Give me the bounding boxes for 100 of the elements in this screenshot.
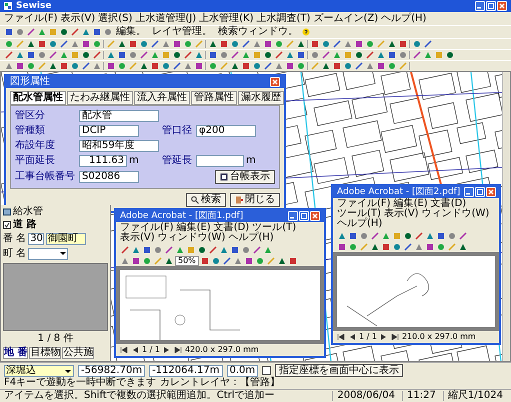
tab[interactable]: たわみ継属性 (67, 91, 133, 105)
toolbar-button[interactable] (414, 231, 423, 240)
toolbar-button[interactable] (164, 256, 173, 265)
toolbar-button[interactable] (423, 40, 432, 48)
toolbar-button[interactable] (458, 242, 467, 251)
tab[interactable]: 公共施 (62, 347, 94, 359)
toolbar-button[interactable] (175, 245, 184, 254)
menu-item[interactable]: 表示(V) (120, 233, 155, 243)
toolbar-button[interactable] (208, 62, 217, 70)
menu-item[interactable]: 表示(V) (60, 14, 96, 24)
menu-item[interactable]: ズームイン(Z) (313, 14, 378, 24)
toolbar-button[interactable] (208, 40, 217, 48)
first-page-button[interactable] (120, 346, 128, 354)
input-field[interactable] (196, 155, 244, 167)
menu-item[interactable]: ファイル(F) (4, 14, 58, 24)
toolbar-button[interactable] (183, 40, 192, 48)
toolbar-button[interactable] (230, 62, 239, 70)
toolbar-button[interactable] (425, 242, 434, 251)
toolbar-button[interactable] (59, 28, 68, 36)
toolbar-button[interactable] (241, 40, 250, 48)
toolbar-button[interactable] (425, 231, 434, 240)
menu-item[interactable]: ツール(T) (252, 223, 296, 233)
toolbar-button[interactable] (92, 40, 101, 48)
coordinate-field[interactable]: -56982.70m (78, 364, 146, 376)
toolbar-button[interactable] (387, 50, 396, 60)
input-field[interactable]: 111.63 (79, 155, 127, 167)
toolbar-button[interactable] (150, 40, 159, 48)
toolbar-button[interactable] (241, 62, 250, 70)
toolbar-button[interactable] (153, 245, 162, 254)
toolbar-button[interactable] (106, 62, 115, 70)
toolbar-button[interactable] (4, 50, 13, 60)
toolbar-button[interactable] (117, 62, 126, 70)
close-button[interactable] (497, 1, 507, 11)
toolbar-button[interactable] (183, 62, 192, 70)
input-field[interactable]: 配水管 (79, 110, 159, 122)
toolbar-button[interactable] (337, 242, 346, 251)
toolbar-button[interactable] (128, 50, 137, 60)
toolbar-button[interactable] (310, 50, 319, 60)
toolbar-button[interactable] (392, 242, 401, 251)
toolbar-button[interactable] (142, 256, 151, 265)
toolbar-button[interactable] (398, 50, 407, 60)
toolbar-text-button[interactable]: レイヤ管理。 (150, 27, 214, 37)
tab[interactable]: 流入弁属性 (134, 91, 190, 105)
checkbox[interactable] (262, 366, 272, 375)
menu-item[interactable]: 表示(V) (384, 209, 419, 219)
toolbar-button[interactable] (26, 62, 35, 70)
toolbar-button[interactable] (117, 50, 126, 60)
toolbar-button[interactable] (208, 245, 217, 254)
toolbar-button[interactable] (359, 231, 368, 240)
last-page-button[interactable] (390, 333, 399, 341)
toolbar-button[interactable] (285, 62, 294, 70)
minimize-button[interactable] (475, 1, 485, 11)
toolbar-button[interactable] (285, 50, 294, 60)
toolbar-button[interactable] (172, 40, 181, 48)
first-page-button[interactable] (337, 333, 345, 341)
close-button[interactable] (270, 77, 280, 87)
toolbar-button[interactable] (387, 62, 396, 70)
toolbar-button[interactable] (403, 242, 412, 251)
toolbar-button[interactable] (172, 62, 181, 70)
toolbar-button[interactable] (194, 62, 203, 70)
menu-item[interactable]: 文書(D) (430, 199, 466, 209)
toolbar-button[interactable] (414, 242, 423, 251)
toolbar-button[interactable] (59, 40, 68, 48)
maximize-button[interactable] (475, 187, 486, 197)
toolbar-button[interactable] (219, 40, 228, 48)
toolbar-button[interactable] (445, 50, 454, 60)
toolbar-button[interactable] (150, 62, 159, 70)
toolbar-button[interactable] (263, 245, 272, 254)
toolbar-button[interactable] (234, 256, 243, 265)
toolbar-button[interactable] (376, 50, 385, 60)
toolbar-button[interactable] (48, 50, 57, 60)
toolbar-button[interactable] (296, 50, 305, 60)
tab[interactable]: 配水管属性 (10, 91, 66, 105)
dropdown[interactable] (28, 248, 68, 260)
input-field[interactable]: DCIP (79, 125, 139, 137)
toolbar-button[interactable] (252, 62, 261, 70)
toolbar-button[interactable] (70, 28, 79, 36)
toolbar-button[interactable] (321, 50, 330, 60)
toolbar-button[interactable] (412, 40, 421, 48)
previous-page-button[interactable] (348, 333, 356, 341)
toolbar-button[interactable] (263, 50, 272, 60)
toolbar-button[interactable] (208, 50, 217, 60)
menu-item[interactable]: ヘルプ(H) (337, 219, 382, 229)
toolbar-button[interactable] (92, 50, 101, 60)
toolbar-button[interactable] (343, 40, 352, 48)
toolbar-button[interactable] (458, 231, 467, 240)
zoom-field[interactable]: 50% (175, 256, 199, 266)
toolbar-button[interactable] (354, 50, 363, 60)
menu-item[interactable]: ヘルプ(H) (381, 14, 426, 24)
toolbar-button[interactable] (376, 62, 385, 70)
toolbar-button[interactable] (230, 40, 239, 48)
toolbar-button[interactable] (381, 242, 390, 251)
menu-item[interactable]: ウィンドウ(W) (422, 209, 490, 219)
tab[interactable]: 目標物 (29, 347, 62, 359)
menu-item[interactable]: ウィンドウ(W) (158, 233, 226, 243)
menu-item[interactable]: 編集(E) (394, 199, 428, 209)
minimize-button[interactable] (288, 211, 298, 221)
toolbar-text-button[interactable]: 編集。 (114, 27, 148, 37)
menu-item[interactable]: 編集(E) (176, 223, 211, 233)
toolbar-button[interactable] (139, 62, 148, 70)
